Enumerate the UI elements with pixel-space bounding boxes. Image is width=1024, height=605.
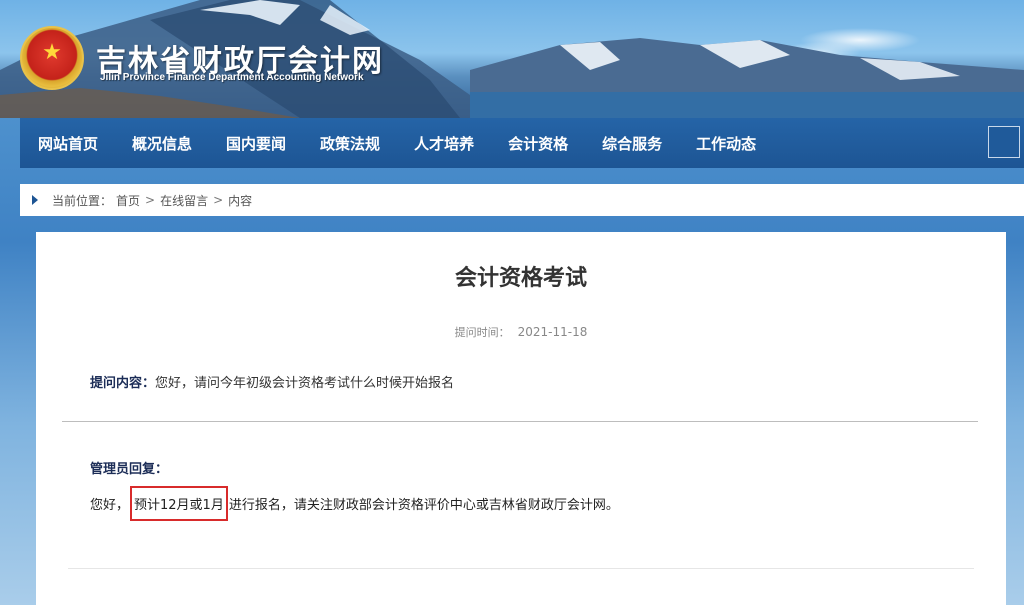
triangle-right-icon	[32, 195, 38, 205]
header-banner: 吉林省财政厅会计网 Jilin Province Finance Departm…	[0, 0, 1024, 118]
nav-item-services[interactable]: 综合服务	[585, 133, 679, 154]
nav-item-overview[interactable]: 概况信息	[115, 133, 209, 154]
divider	[62, 421, 978, 422]
reply-label: 管理员回复：	[90, 462, 169, 477]
breadcrumb-current: 内容	[228, 193, 253, 208]
meta-label: 提问时间：	[454, 326, 510, 339]
divider	[68, 568, 974, 569]
breadcrumb-home-link[interactable]: 首页	[116, 192, 140, 209]
article-panel: 会计资格考试 提问时间： 2021-11-18 提问内容：您好，请问今年初级会计资…	[36, 232, 1006, 605]
nav-item-home[interactable]: 网站首页	[20, 133, 115, 154]
article-title: 会计资格考试	[454, 266, 587, 291]
national-emblem-icon	[20, 26, 84, 90]
breadcrumb-separator: >	[213, 193, 224, 207]
site-subtitle: Jilin Province Finance Department Accoun…	[100, 72, 364, 83]
question-text: 您好，请问今年初级会计资格考试什么时候开始报名	[155, 376, 455, 391]
reply-suffix: 进行报名，请关注财政部会计资格评价中心或吉林省财政厅会计网。	[228, 498, 619, 513]
question-block: 提问内容：您好，请问今年初级会计资格考试什么时候开始报名	[90, 372, 454, 391]
reply-prefix: 您好，	[90, 498, 130, 513]
highlighted-date: 预计12月或1月	[130, 486, 228, 521]
reply-text: 您好， 预计12月或1月 进行报名，请关注财政部会计资格评价中心或吉林省财政厅会计网…	[90, 486, 619, 521]
search-icon[interactable]	[988, 126, 1020, 158]
breadcrumb-message-link[interactable]: 在线留言	[160, 192, 208, 209]
breadcrumb-prefix: 当前位置：	[52, 193, 113, 208]
nav-item-policies[interactable]: 政策法规	[303, 133, 397, 154]
nav-item-qualification[interactable]: 会计资格	[491, 133, 585, 154]
article-meta: 提问时间： 2021-11-18	[36, 324, 1006, 340]
nav-item-talent[interactable]: 人才培养	[397, 133, 491, 154]
breadcrumb-separator: >	[145, 193, 156, 207]
nav-item-domestic-news[interactable]: 国内要闻	[209, 133, 303, 154]
main-nav: 网站首页 概况信息 国内要闻 政策法规 人才培养 会计资格 综合服务 工作动态	[20, 118, 1024, 168]
meta-date: 2021-11-18	[517, 325, 588, 339]
breadcrumb: 当前位置： 首页 > 在线留言 > 内容	[20, 184, 1024, 216]
question-label: 提问内容：	[90, 376, 156, 391]
nav-item-work-updates[interactable]: 工作动态	[679, 133, 773, 154]
